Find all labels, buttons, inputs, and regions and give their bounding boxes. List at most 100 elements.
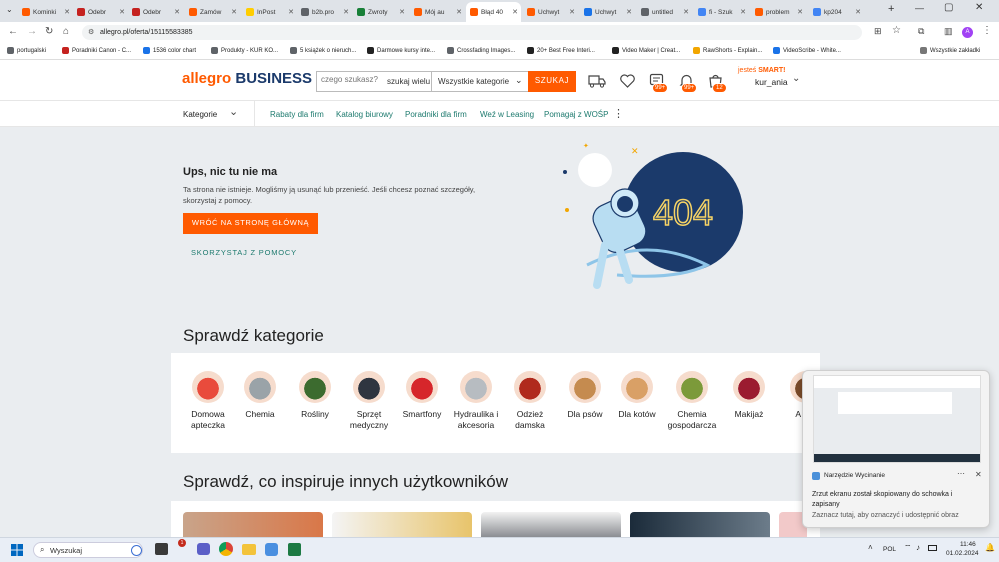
categories-dropdown[interactable]: Kategorie ⌄ [171,101,255,126]
inspire-card[interactable] [481,512,621,537]
battery-icon[interactable] [928,545,937,551]
category-tile[interactable]: Sprzęt medyczny [343,371,395,431]
bookmark-item[interactable]: Darmowe kursy inte... [367,47,435,54]
category-tile[interactable]: Domowa apteczka [182,371,234,431]
extensions-icon[interactable]: ⧉ [918,26,924,37]
category-select[interactable]: Wszystkie kategorie ⌄ [431,72,528,91]
teams-icon[interactable] [197,543,210,555]
notification-close-icon[interactable]: ✕ [975,470,982,479]
tab-close-icon[interactable]: ✕ [288,8,294,16]
bookmark-item[interactable]: Poradniki Canon - C... [62,47,131,54]
category-tile[interactable]: Dla kotów [611,371,663,420]
browser-tab[interactable]: Uchwyt ✕ [523,2,578,22]
bookmark-item[interactable]: Crossfading Images... [447,47,515,54]
category-tile[interactable]: Chemia [234,371,286,420]
nav-link[interactable]: Pomagaj z WOŚP [544,110,608,119]
nav-link[interactable]: Katalog biurowy [336,110,393,119]
reload-icon[interactable]: ↻ [45,26,53,37]
browser-tab[interactable]: Zamów ✕ [185,2,240,22]
install-icon[interactable]: ⊞ [874,26,882,37]
home-icon[interactable]: ⌂ [63,26,69,37]
tab-close-icon[interactable]: ✕ [399,8,405,16]
chrome-icon[interactable] [219,542,233,556]
bookmark-item[interactable]: Video Maker | Creat... [612,47,680,54]
forward-icon[interactable]: → [27,26,37,37]
tab-close-icon[interactable]: ✕ [119,8,125,16]
category-tile[interactable]: Makijaż [723,371,775,420]
volume-icon[interactable]: ♪ [916,543,920,552]
maximize-icon[interactable]: ▢ [944,2,953,13]
tab-close-icon[interactable]: ✕ [626,8,632,16]
category-tile[interactable]: Dla psów [559,371,611,420]
bookmark-item[interactable]: 5 książek o nieruch... [290,47,356,54]
inspire-card[interactable] [183,512,323,537]
heart-icon[interactable] [620,74,635,88]
new-tab-button[interactable]: + [888,3,894,15]
all-bookmarks[interactable]: Wszystkie zakładki [920,47,980,54]
browser-tab[interactable]: Kominki ✕ [18,2,73,22]
tab-list-icon[interactable]: ⌄ [6,5,13,14]
more-kebab-icon[interactable]: ⋮ [613,107,624,120]
bookmark-item[interactable]: portugalski [7,47,46,54]
clock-date[interactable]: 01.02.2024 [946,550,979,557]
search-button[interactable]: SZUKAJ [528,71,576,92]
bookmark-item[interactable]: RawShorts - Explain... [693,47,762,54]
browser-tab[interactable]: Mój au ✕ [410,2,465,22]
search-input[interactable] [321,75,383,84]
bookmark-item[interactable]: Produkty - KUR KO... [211,47,278,54]
tab-close-icon[interactable]: ✕ [740,8,746,16]
bookmark-star-icon[interactable]: ☆ [892,25,901,36]
nav-link[interactable]: Weź w Leasing [480,110,534,119]
allegro-business-logo[interactable]: allegro BUSINESS [182,70,312,87]
menu-kebab-icon[interactable]: ⋮ [982,25,992,36]
browser-tab[interactable]: b2b.pro ✕ [297,2,352,22]
username[interactable]: kur_ania [755,77,788,87]
tab-close-icon[interactable]: ✕ [683,8,689,16]
bookmark-item[interactable]: 20+ Best Free Interi... [527,47,595,54]
nav-link[interactable]: Rabaty dla firm [270,110,324,119]
tab-close-icon[interactable]: ✕ [456,8,462,16]
tab-close-icon[interactable]: ✕ [855,8,861,16]
language-indicator[interactable]: POL [883,546,896,553]
notification-more-icon[interactable]: ⋯ [957,469,965,478]
tray-chevron-icon[interactable]: ˄ [868,543,873,552]
browser-tab[interactable]: InPost ✕ [242,2,297,22]
browser-tab[interactable]: untitled ✕ [637,2,692,22]
bookmark-item[interactable]: 1536 color chart [143,47,196,54]
taskbar-search[interactable]: ⌕ Wyszukaj [33,542,143,558]
minimize-icon[interactable]: — [915,3,924,13]
back-home-button[interactable]: WRÓĆ NA STRONĘ GŁÓWNĄ [183,213,318,234]
nav-link[interactable]: Poradniki dla firm [405,110,467,119]
windows-start-icon[interactable] [11,544,23,556]
help-link[interactable]: SKORZYSTAJ Z POMOCY [191,248,297,257]
category-tile[interactable]: Hydraulika i akcesoria [450,371,502,431]
category-tile[interactable]: Smartfony [396,371,448,420]
inspire-card[interactable] [332,512,472,537]
tab-close-icon[interactable]: ✕ [174,8,180,16]
category-tile[interactable]: Rośliny [289,371,341,420]
clock-time[interactable]: 11:46 [960,541,976,548]
excel-icon[interactable] [288,543,301,556]
category-tile[interactable]: Chemia gospodarcza [666,371,718,431]
browser-tab[interactable]: kp204 ✕ [809,2,864,22]
inspire-card[interactable] [630,512,770,537]
wifi-icon[interactable]: ⌔ [904,543,912,553]
snipping-tool-notification[interactable]: Narzędzie Wycinanie ⋯ ✕ Zrzut ekranu zos… [802,370,990,528]
file-explorer-icon[interactable] [242,544,256,555]
tab-close-icon[interactable]: ✕ [512,8,518,16]
browser-tab[interactable]: Uchwyt ✕ [580,2,635,22]
tab-close-icon[interactable]: ✕ [231,8,237,16]
truck-icon[interactable] [588,73,606,89]
notification-bell-icon[interactable]: 🔔 [985,543,995,552]
browser-tab[interactable]: Odebr ✕ [128,2,183,22]
browser-tab[interactable]: Błąd 40 ✕ [466,2,521,22]
category-tile[interactable]: Odzież damska [504,371,556,431]
tab-close-icon[interactable]: ✕ [343,8,349,16]
browser-tab[interactable]: fi - Szuk ✕ [694,2,749,22]
account-chevron-down-icon[interactable]: ⌄ [792,73,800,84]
sidepanel-icon[interactable]: ▥ [944,26,953,37]
close-window-icon[interactable]: ✕ [975,2,983,13]
bookmark-item[interactable]: VideoScribe - White... [773,47,841,54]
tab-close-icon[interactable]: ✕ [797,8,803,16]
app-icon[interactable] [265,543,278,556]
